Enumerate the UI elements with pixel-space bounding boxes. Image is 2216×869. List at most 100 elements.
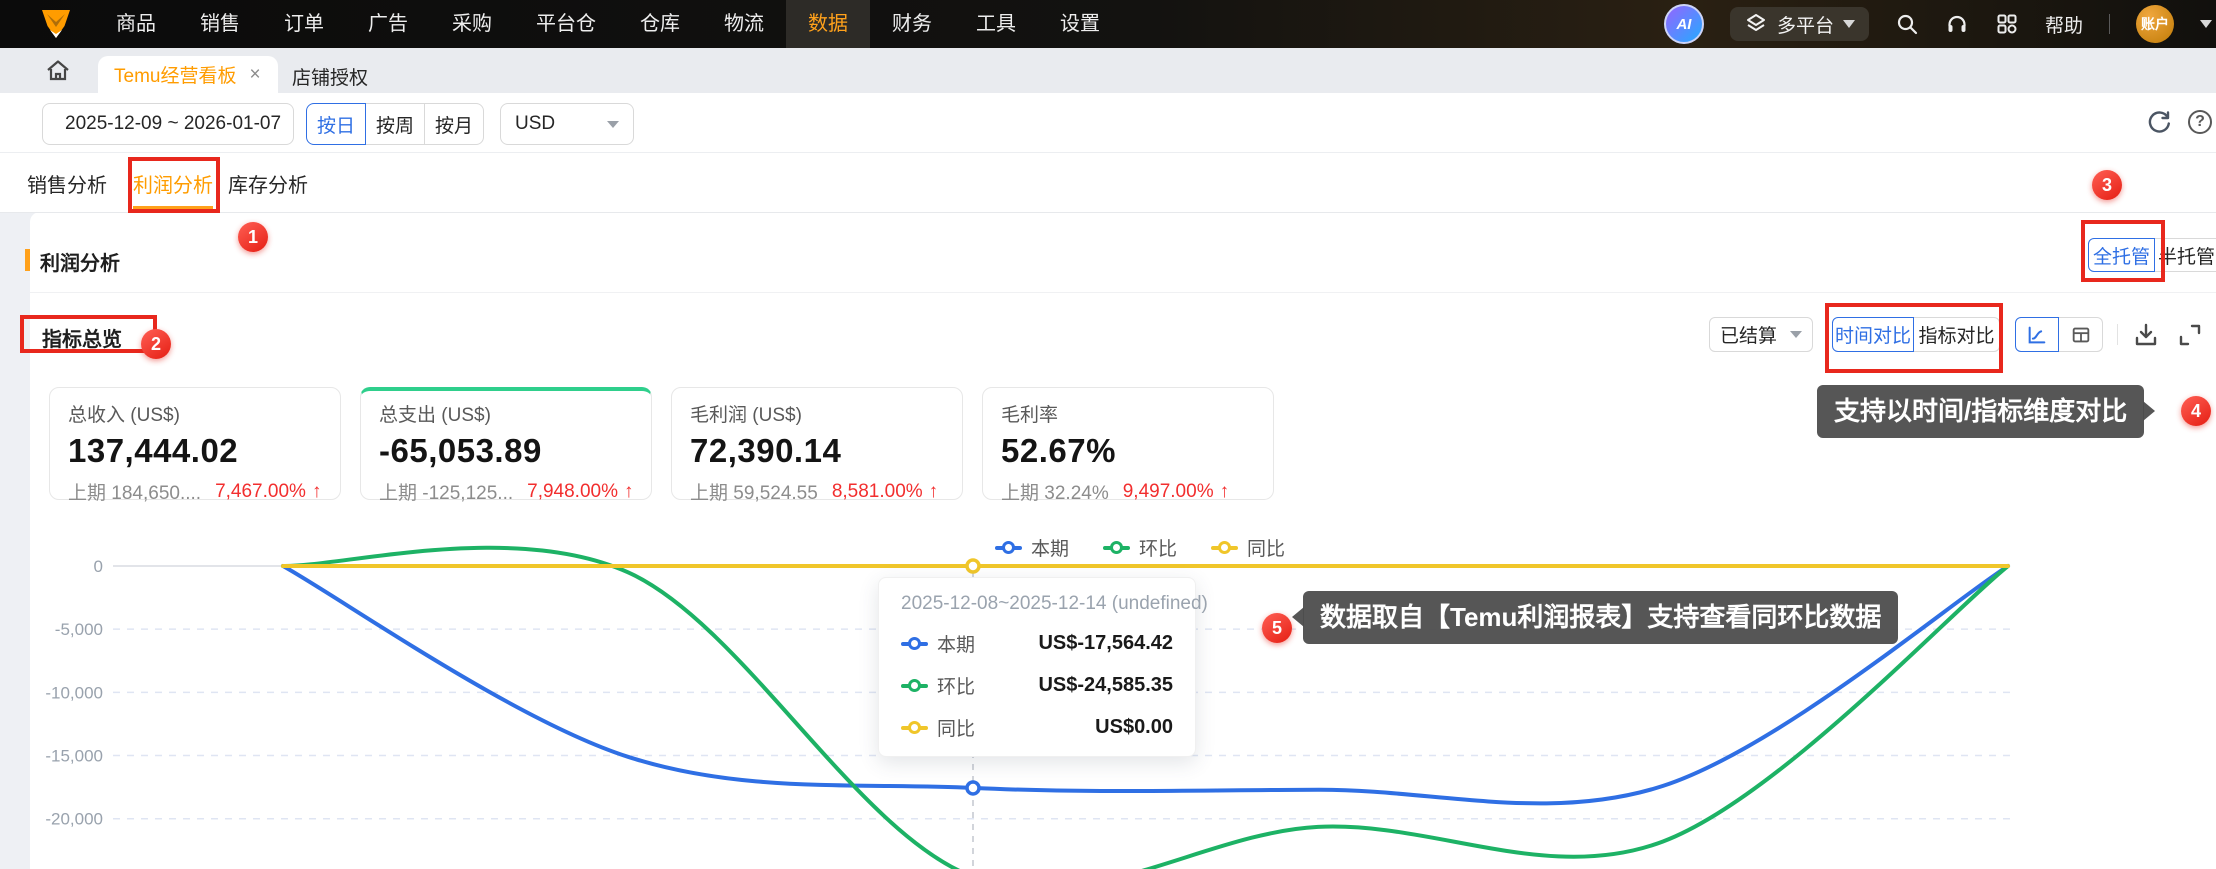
- chevron-down-icon: [1790, 331, 1802, 338]
- line-chart-icon: [2028, 326, 2046, 343]
- overview-title: 指标总览: [42, 329, 122, 351]
- nav-item-orders[interactable]: 订单: [262, 0, 346, 48]
- account-chevron-icon[interactable]: [2200, 20, 2212, 28]
- granularity-day-button[interactable]: 按日: [306, 103, 366, 145]
- ai-assistant-button[interactable]: AI: [1663, 4, 1704, 44]
- scope-full-managed-button[interactable]: 全托管: [2088, 238, 2155, 272]
- metric-prev-period: 上期 184,650....: [68, 483, 202, 504]
- up-arrow-icon: ↑: [311, 480, 322, 502]
- tab-close-icon[interactable]: ×: [249, 65, 260, 84]
- analysis-tabs-row: 销售分析 利润分析 库存分析: [0, 152, 2216, 213]
- tab-store-authorization[interactable]: 店铺授权: [292, 63, 368, 90]
- metric-label: 毛利率: [1001, 405, 1059, 426]
- metric-value: 137,444.02: [68, 432, 239, 469]
- series-marker-icon: [901, 721, 928, 734]
- legend-item-yoy[interactable]: 同比: [1211, 534, 1285, 561]
- metric-card-total-revenue[interactable]: 总收入 (US$) 137,444.02 上期 184,650.... 7,46…: [49, 387, 341, 504]
- nav-item-data[interactable]: 数据: [786, 0, 870, 48]
- series-value: US$-17,564.42: [1038, 632, 1173, 654]
- nav-divider: [2109, 14, 2110, 34]
- up-arrow-icon: ↑: [928, 480, 939, 502]
- legend-marker-icon: [1211, 541, 1239, 554]
- controls-divider: [2117, 324, 2118, 345]
- metric-card-gross-margin[interactable]: 毛利率 52.67% 上期 32.24% 9,497.00% ↑: [982, 387, 1274, 504]
- annotation-step-4: 4: [2181, 396, 2211, 426]
- metric-label: 总收入 (US$): [68, 405, 180, 426]
- tooltip-row-mom: 环比 US$-24,585.35: [901, 672, 1173, 699]
- legend-label: 环比: [1139, 539, 1178, 560]
- tab-temu-dashboard[interactable]: Temu经营看板 ×: [98, 56, 278, 93]
- home-icon[interactable]: [44, 57, 72, 85]
- metric-compare-button[interactable]: 指标对比: [1914, 317, 2000, 352]
- section-accent-bar: [25, 249, 30, 271]
- settlement-filter-select[interactable]: 已结算: [1709, 317, 1813, 352]
- legend-item-mom[interactable]: 环比: [1103, 534, 1177, 561]
- fullscreen-icon[interactable]: [2176, 321, 2204, 349]
- legend-marker-icon: [1103, 541, 1131, 554]
- currency-select[interactable]: USD: [500, 103, 634, 145]
- metric-value: -65,053.89: [379, 432, 542, 469]
- metric-label: 总支出 (US$): [379, 405, 491, 426]
- legend-marker-icon: [995, 541, 1022, 554]
- brand-logo-icon[interactable]: [38, 6, 74, 42]
- scope-semi-managed-button[interactable]: 半托管: [2155, 238, 2216, 272]
- tab-inventory-analysis[interactable]: 库存分析: [228, 169, 308, 198]
- tooltip-row-current: 本期 US$-17,564.42: [901, 630, 1173, 657]
- metric-value: 52.67%: [1001, 432, 1116, 469]
- active-tab-underline: [133, 206, 213, 210]
- series-value: US$-24,585.35: [1038, 674, 1173, 696]
- annotation-tip-data-source: 数据取自【Temu利润报表】支持查看同环比数据: [1291, 591, 1899, 644]
- table-view-toggle[interactable]: [2059, 317, 2103, 352]
- metric-card-total-expense[interactable]: 总支出 (US$) -65,053.89 上期 -125,125... 7,94…: [360, 387, 652, 504]
- legend-item-current[interactable]: 本期: [995, 534, 1069, 561]
- series-value: US$0.00: [1095, 716, 1173, 738]
- search-icon[interactable]: [1895, 12, 1919, 36]
- temu-dashboard-page: 商品 销售 订单 广告 采购 平台仓 仓库 物流 数据 财务 工具 设置 AI …: [0, 0, 2216, 869]
- filter-toolbar: 2025-12-09 ~ 2026-01-07 按日 按周 按月 USD ?: [0, 93, 2216, 153]
- tooltip-row-yoy: 同比 US$0.00: [901, 714, 1173, 741]
- chevron-down-icon: [1842, 20, 1855, 28]
- nav-item-ads[interactable]: 广告: [346, 0, 430, 48]
- granularity-week-button[interactable]: 按周: [364, 103, 426, 145]
- metric-change-percent: 7,467.00%: [215, 480, 306, 502]
- series-name: 本期: [937, 635, 976, 656]
- chart-view-toggle[interactable]: [2015, 317, 2059, 352]
- workspace-tabbar: Temu经营看板 × 店铺授权: [0, 48, 2216, 93]
- platform-selector[interactable]: 多平台: [1729, 7, 1869, 41]
- annotation-tip-compare: 支持以时间/指标维度对比: [1817, 385, 2156, 438]
- nav-item-platform-warehouse[interactable]: 平台仓: [514, 0, 618, 48]
- tab-sales-analysis[interactable]: 销售分析: [27, 169, 107, 198]
- nav-item-purchase[interactable]: 采购: [430, 0, 514, 48]
- chevron-down-icon: [607, 120, 619, 128]
- series-name: 同比: [937, 719, 976, 740]
- metric-card-gross-profit[interactable]: 毛利润 (US$) 72,390.14 上期 59,524.55 8,581.0…: [671, 387, 963, 504]
- metric-prev-period: 上期 32.24%: [1001, 483, 1109, 504]
- metric-prev-period: 上期 -125,125...: [379, 483, 514, 504]
- annotation-step-2: 2: [141, 329, 171, 359]
- up-arrow-icon: ↑: [623, 480, 634, 502]
- nav-item-warehouse[interactable]: 仓库: [618, 0, 702, 48]
- time-compare-button[interactable]: 时间对比: [1832, 317, 1914, 352]
- refresh-icon[interactable]: [2146, 110, 2172, 136]
- section-divider: [30, 292, 2216, 293]
- metric-change-percent: 8,581.00%: [831, 480, 923, 502]
- tab-profit-analysis[interactable]: 利润分析: [133, 169, 213, 198]
- apps-grid-icon[interactable]: [1995, 12, 2019, 36]
- nav-item-tools[interactable]: 工具: [954, 0, 1038, 48]
- headset-icon[interactable]: [1945, 12, 1969, 36]
- series-marker-icon: [901, 637, 928, 650]
- annotation-step-3: 3: [2092, 170, 2122, 200]
- help-question-icon[interactable]: ?: [2188, 110, 2212, 134]
- nav-item-logistics[interactable]: 物流: [702, 0, 786, 48]
- granularity-month-button[interactable]: 按月: [424, 103, 484, 145]
- help-link[interactable]: 帮助: [2045, 11, 2083, 38]
- date-range-picker[interactable]: 2025-12-09 ~ 2026-01-07: [42, 103, 294, 145]
- download-icon[interactable]: [2132, 321, 2160, 349]
- nav-item-products[interactable]: 商品: [94, 0, 178, 48]
- account-button[interactable]: 账户: [2136, 5, 2174, 43]
- tooltip-date-range: 2025-12-08~2025-12-14 (undefined): [901, 593, 1208, 614]
- nav-item-settings[interactable]: 设置: [1038, 0, 1122, 48]
- annotation-step-5: 5: [1262, 613, 1292, 643]
- nav-item-sales[interactable]: 销售: [178, 0, 262, 48]
- nav-item-finance[interactable]: 财务: [870, 0, 954, 48]
